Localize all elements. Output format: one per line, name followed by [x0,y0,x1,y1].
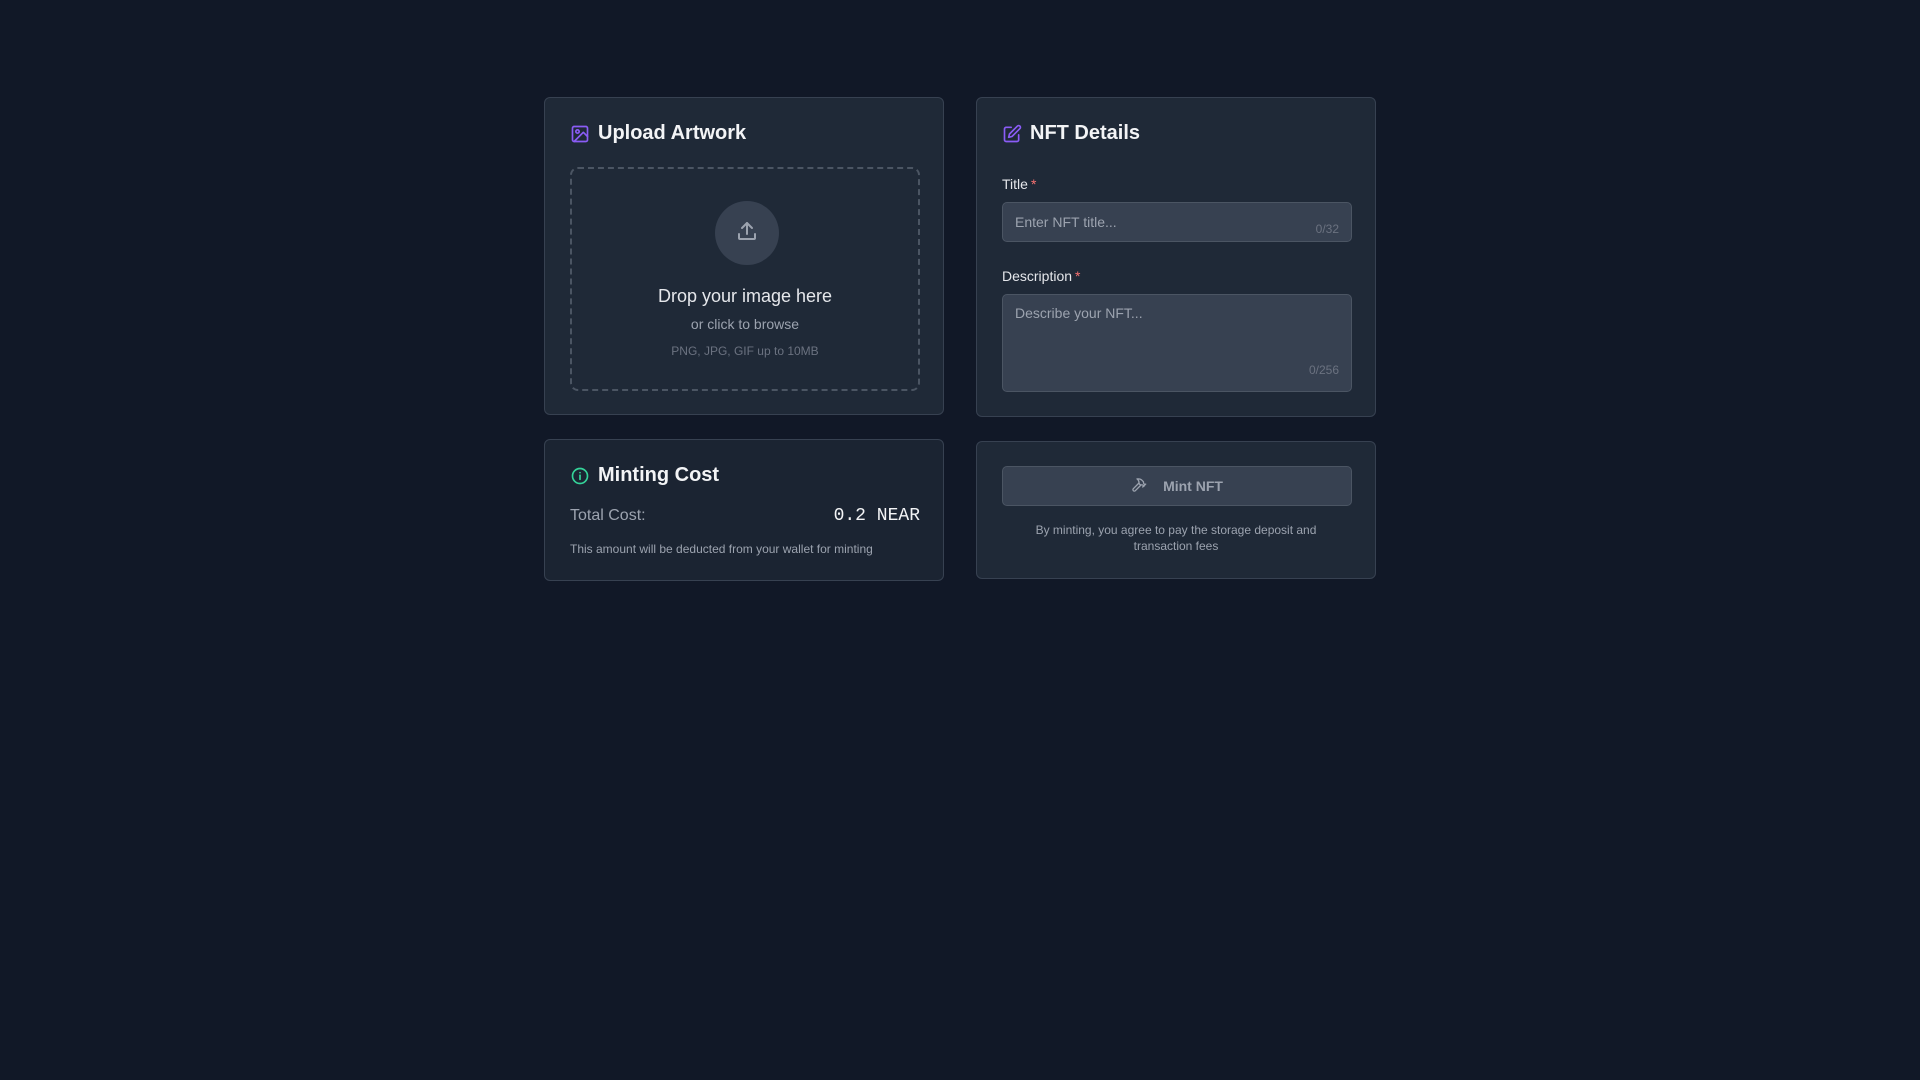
image-icon [570,124,590,144]
mint-terms-note: By minting, you agree to pay the storage… [1035,523,1317,553]
minting-cost-header: Minting Cost [570,464,719,487]
title-label-text: Title [1002,176,1028,192]
title-char-counter: 0/32 [1315,222,1339,236]
description-label-text: Description [1002,268,1073,284]
nft-details-card: NFT Details Title* 0/32 Description* 0/2… [976,97,1376,417]
dropzone-title: Drop your image here [657,286,833,306]
title-input[interactable] [1002,202,1352,242]
upload-icon-circle [715,201,779,265]
edit-icon [1002,124,1022,144]
mint-nft-label: Mint NFT [1163,478,1223,494]
total-cost-value: 0.2 NEAR [833,506,920,526]
mint-nft-button[interactable]: Mint NFT [1002,466,1352,506]
info-icon [570,466,590,486]
nft-details-header: NFT Details [1002,122,1140,145]
cost-note: This amount will be deducted from your w… [570,542,873,556]
required-marker: * [1030,176,1037,192]
upload-artwork-header: Upload Artwork [570,122,746,145]
nft-details-title: NFT Details [1030,122,1141,144]
total-cost-row: Total Cost: 0.2 NEAR [570,506,920,526]
hammer-icon [1131,477,1147,496]
dropzone-file-hint: PNG, JPG, GIF up to 10MB [671,344,819,358]
description-textarea[interactable] [1002,294,1352,392]
upload-icon [735,219,759,248]
minting-cost-title: Minting Cost [598,464,720,486]
title-label: Title * [1002,176,1036,192]
description-label: Description * [1002,268,1080,284]
required-marker: * [1075,268,1081,284]
upload-artwork-card: Upload Artwork Drop your image here or c… [544,97,944,415]
description-char-counter: 0/256 [1308,363,1339,377]
upload-artwork-title: Upload Artwork [598,122,747,144]
total-cost-label: Total Cost: [570,507,646,524]
minting-cost-card: Minting Cost Total Cost: 0.2 NEAR This a… [544,439,944,581]
dropzone-subtitle: or click to browse [690,316,800,332]
image-dropzone[interactable]: Drop your image here or click to browse … [570,167,920,391]
mint-card: Mint NFT By minting, you agree to pay th… [976,441,1376,579]
